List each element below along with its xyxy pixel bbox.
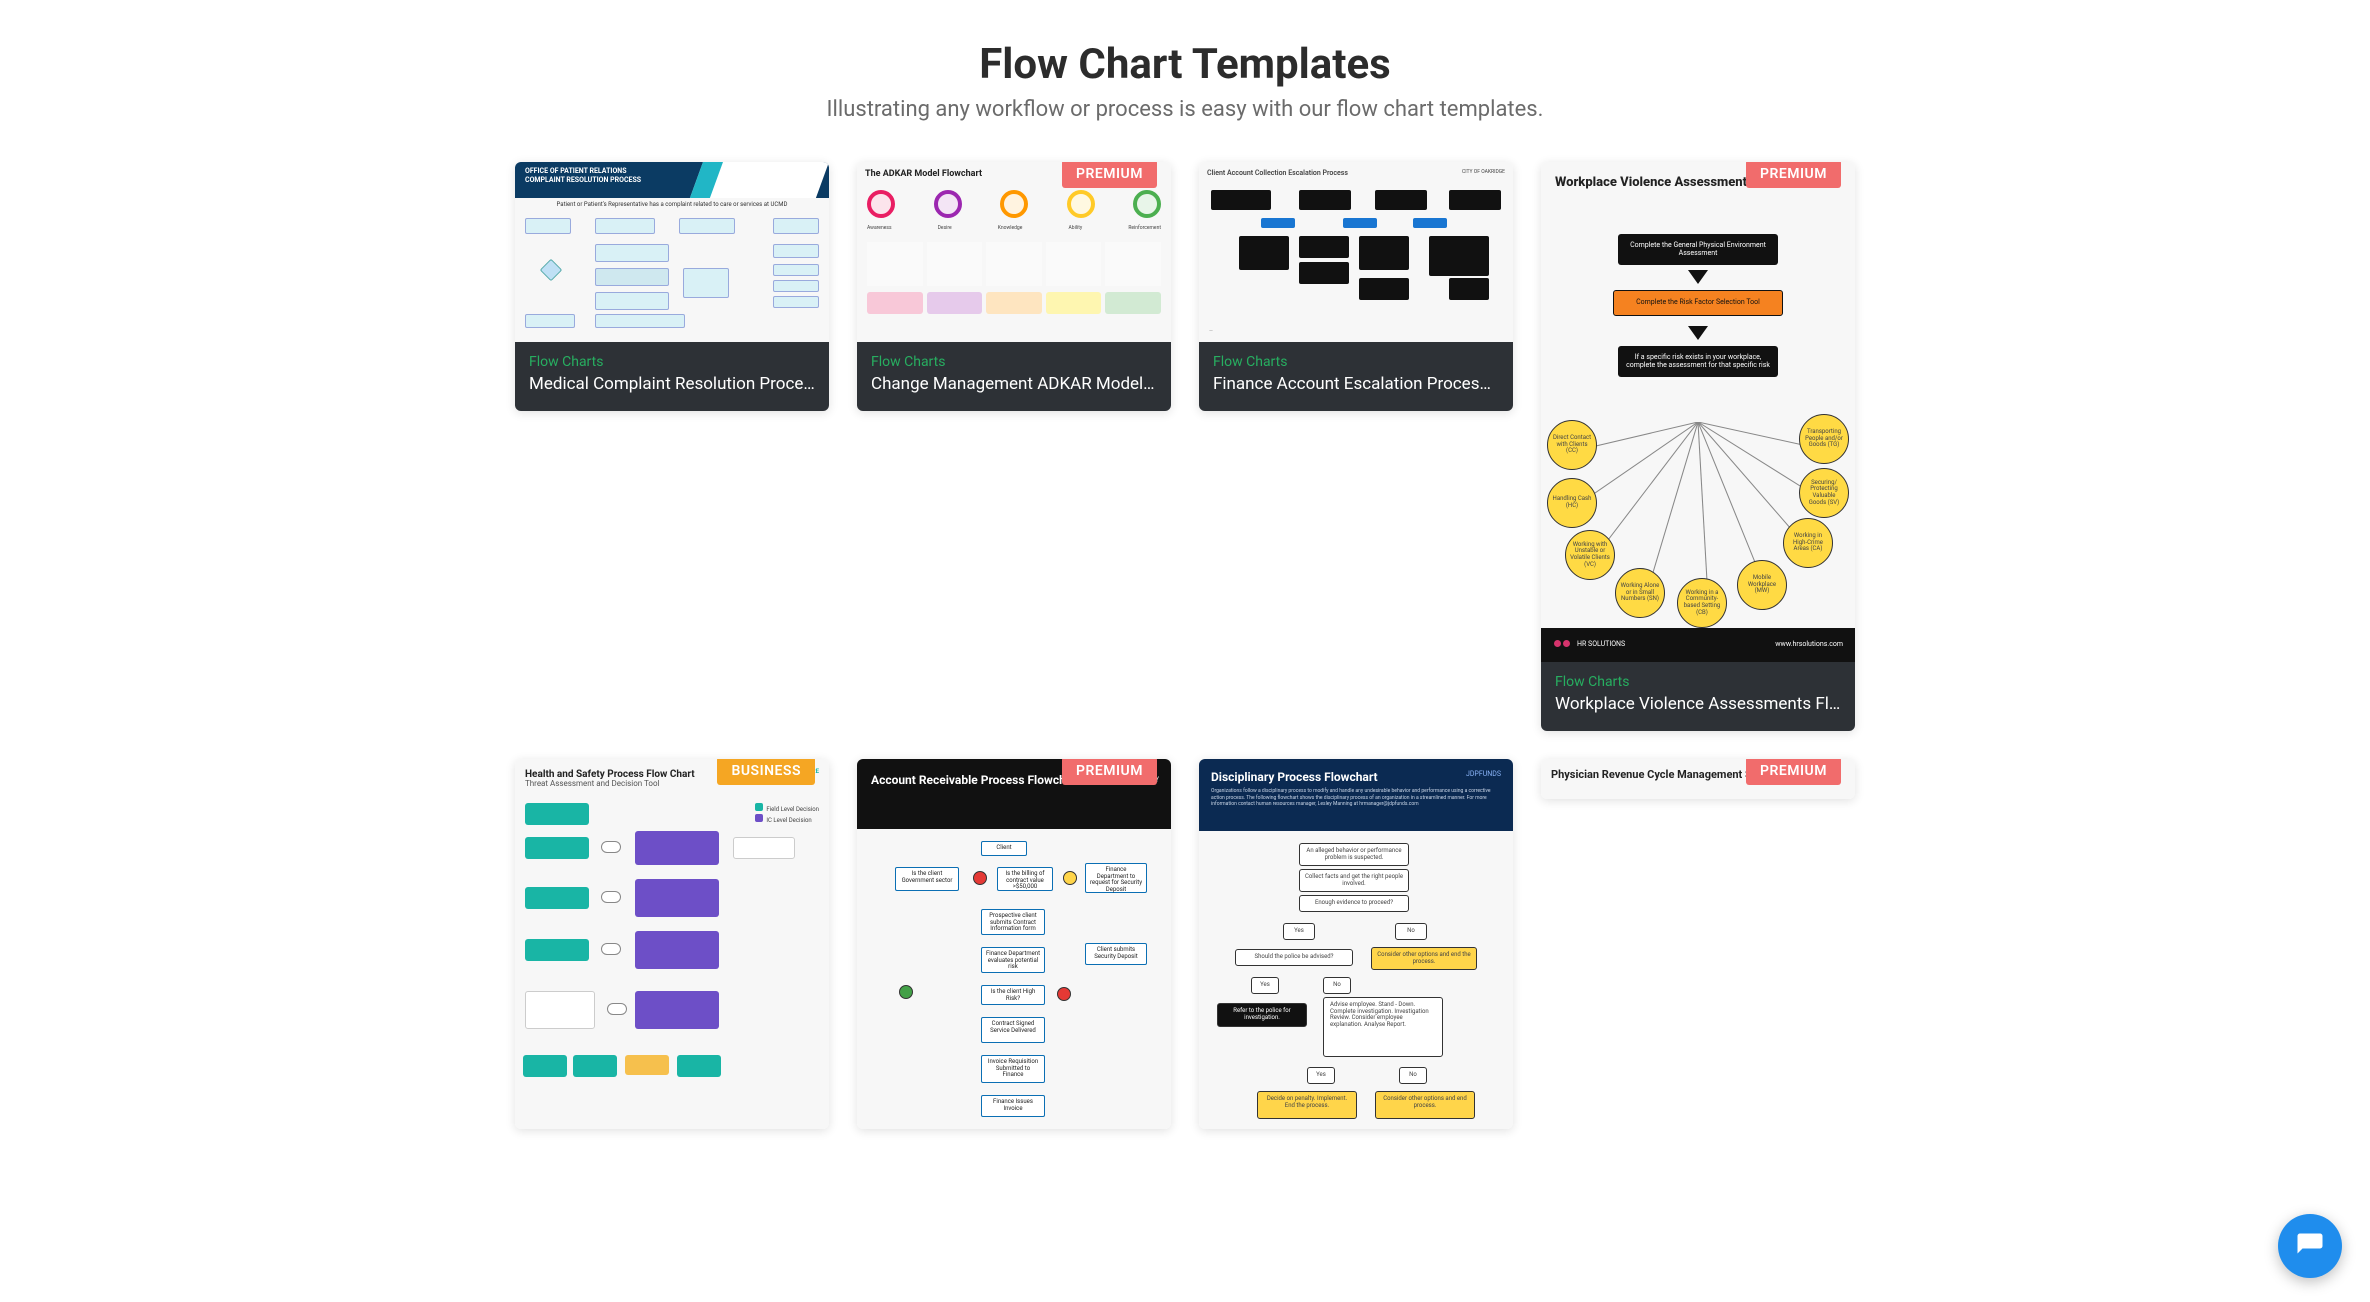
premium-badge: PREMIUM <box>1062 759 1157 785</box>
template-category: Flow Charts <box>871 354 1157 370</box>
chat-icon <box>2295 1231 2325 1261</box>
template-thumbnail: Client Account Collection Escalation Pro… <box>1199 162 1513 342</box>
template-card-medical[interactable]: OFFICE OF PATIENT RELATIONS COMPLAINT RE… <box>515 162 829 411</box>
template-category: Flow Charts <box>529 354 815 370</box>
template-caption: Flow Charts Workplace Violence Assessmen… <box>1541 662 1855 731</box>
premium-badge: PREMIUM <box>1062 162 1157 188</box>
template-category: Flow Charts <box>1555 674 1841 690</box>
business-badge: BUSINESS <box>717 759 815 785</box>
template-title: Finance Account Escalation Process … <box>1213 374 1499 395</box>
template-card-workplace-violence[interactable]: PREMIUM Workplace Violence Assessments H… <box>1541 162 1855 731</box>
hero: Flow Chart Templates Illustrating any wo… <box>515 40 1855 122</box>
template-title: Workplace Violence Assessments Fl… <box>1555 694 1841 715</box>
page-subtitle: Illustrating any workflow or process is … <box>515 97 1855 122</box>
template-thumbnail: Health and Safety Process Flow Chart Thr… <box>515 759 829 1129</box>
template-caption: Flow Charts Finance Account Escalation P… <box>1199 342 1513 411</box>
page: Flow Chart Templates Illustrating any wo… <box>445 0 1925 1189</box>
template-thumbnail: Workplace Violence Assessments HR SOLUTI… <box>1541 162 1855 662</box>
template-thumbnail: Disciplinary Process Flowchart JDPFUNDS … <box>1199 759 1513 1129</box>
page-title: Flow Chart Templates <box>515 40 1855 89</box>
template-card-physician[interactable]: PREMIUM Physician Revenue Cycle Manageme… <box>1541 759 1855 799</box>
template-grid: OFFICE OF PATIENT RELATIONS COMPLAINT RE… <box>515 162 1855 1129</box>
chat-button[interactable] <box>2278 1214 2342 1278</box>
template-category: Flow Charts <box>1213 354 1499 370</box>
premium-badge: PREMIUM <box>1746 759 1841 785</box>
template-card-adkar[interactable]: PREMIUM The ADKAR Model Flowchart Awaren… <box>857 162 1171 411</box>
template-thumbnail: Account Receivable Process Flowchart RIV… <box>857 759 1171 1129</box>
template-thumbnail: The ADKAR Model Flowchart Awareness Desi… <box>857 162 1171 342</box>
template-card-finance[interactable]: Client Account Collection Escalation Pro… <box>1199 162 1513 411</box>
template-card-disciplinary[interactable]: Disciplinary Process Flowchart JDPFUNDS … <box>1199 759 1513 1129</box>
template-title: Medical Complaint Resolution Proce… <box>529 374 815 395</box>
template-thumbnail: OFFICE OF PATIENT RELATIONS COMPLAINT RE… <box>515 162 829 342</box>
template-card-health-safety[interactable]: BUSINESS Health and Safety Process Flow … <box>515 759 829 1129</box>
premium-badge: PREMIUM <box>1746 162 1841 188</box>
template-caption: Flow Charts Change Management ADKAR Mode… <box>857 342 1171 411</box>
template-card-account-receivable[interactable]: PREMIUM Account Receivable Process Flowc… <box>857 759 1171 1129</box>
template-caption: Flow Charts Medical Complaint Resolution… <box>515 342 829 411</box>
template-title: Change Management ADKAR Model… <box>871 374 1157 395</box>
